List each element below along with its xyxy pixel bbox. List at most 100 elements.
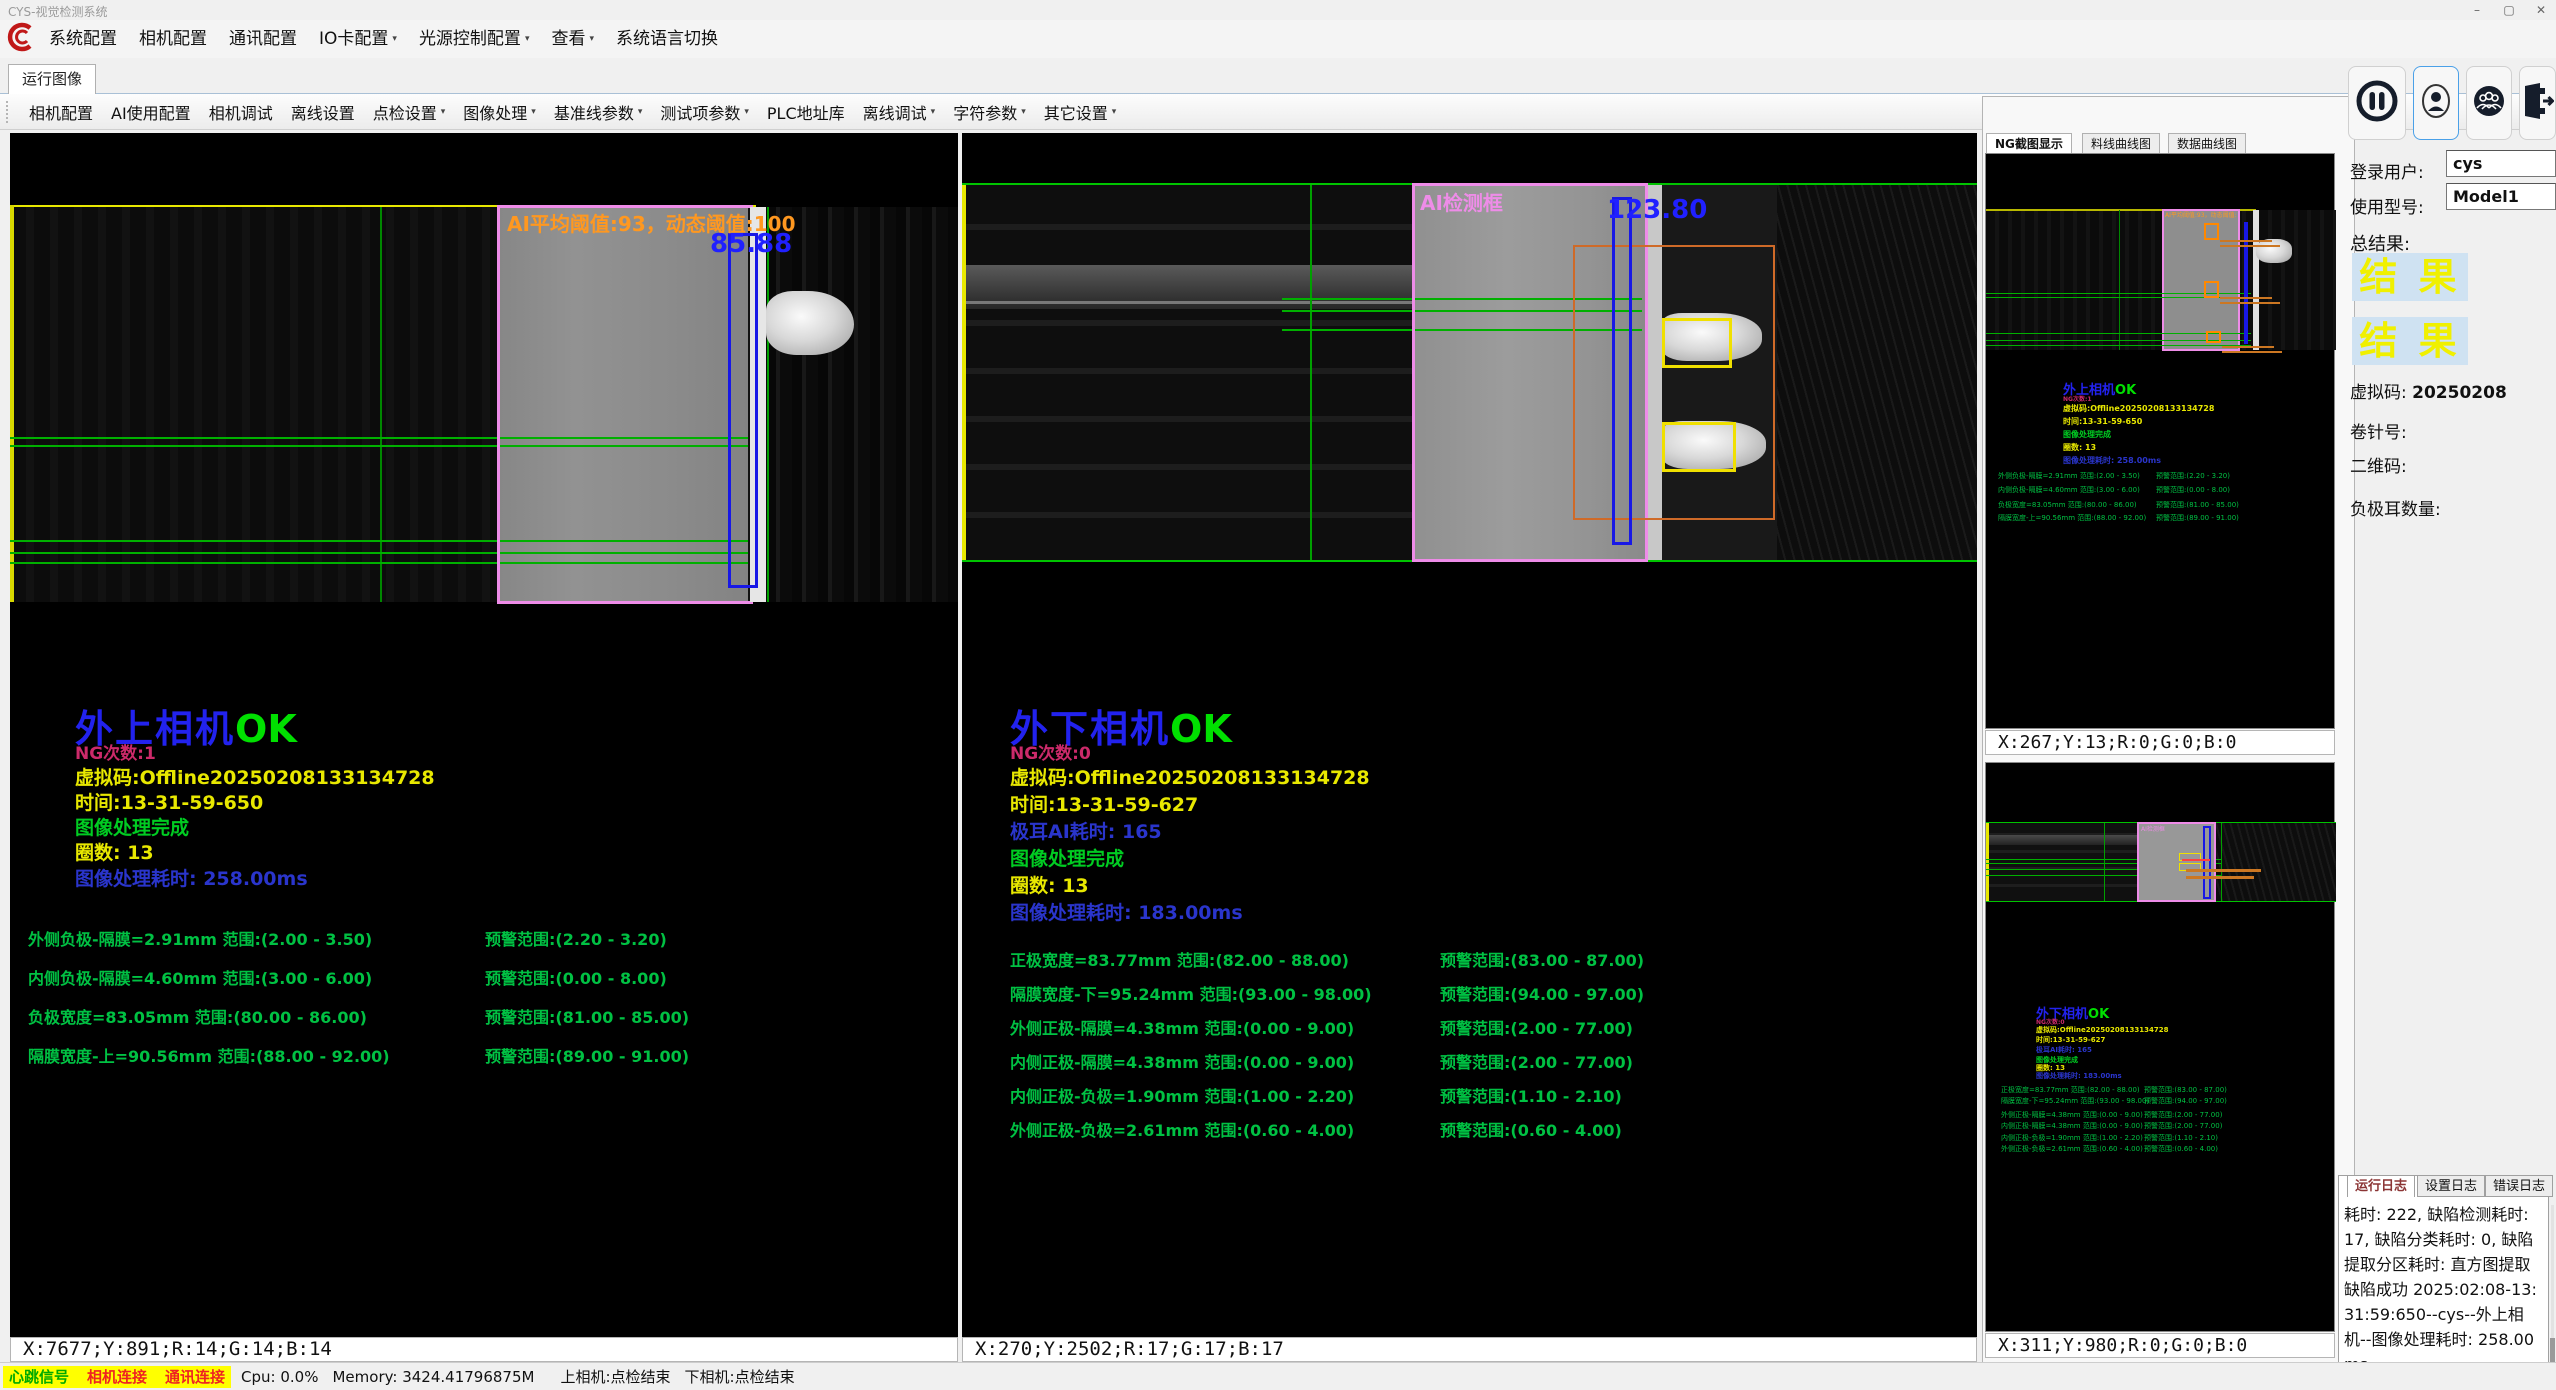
chevron-down-icon: ▾ <box>1021 107 1026 117</box>
upper-camera-view[interactable]: AI平均阈值:93，动态阈值:100 85.88 外上相机OK NG次数:1 虚… <box>10 133 958 1337</box>
lower-camera-coordinate-bar: X:270;Y:2502;R:17;G:17;B:17 <box>962 1337 1977 1362</box>
upper-camera-status: 上相机:点检结束 <box>560 1366 670 1387</box>
tab-run-log[interactable]: 运行日志 <box>2347 1175 2415 1197</box>
ng-thumb2-coordinate-bar: X:311;Y:980;R:0;G:0;B:0 <box>1985 1333 2335 1358</box>
defect-box-orange <box>2204 223 2219 240</box>
lower-camera-status: 下相机:点检结束 <box>685 1366 795 1387</box>
loop-count: 圈数: 13 <box>1010 871 1089 898</box>
tool-baseline-params[interactable]: 基准线参数▾ <box>545 100 652 124</box>
app-logo-icon <box>4 22 34 56</box>
users-icon <box>2471 77 2507 129</box>
ai-detect-box-pink <box>497 205 753 604</box>
measure-box-blue <box>1612 197 1632 545</box>
tool-camera-debug[interactable]: 相机调试 <box>200 100 282 124</box>
tool-char-params[interactable]: 字符参数▾ <box>944 100 1035 124</box>
tool-offline-debug[interactable]: 离线调试▾ <box>854 100 945 124</box>
signal-chip: 心跳信号 相机连接 通讯连接 <box>3 1366 231 1388</box>
ng-count: NG次数:1 <box>75 739 156 764</box>
loop-count: 圈数: 13 <box>75 838 154 865</box>
user-icon <box>2419 77 2453 129</box>
chevron-down-icon: ▾ <box>441 107 446 117</box>
menu-item-view[interactable]: 查看▾ <box>540 20 605 58</box>
tab-error-log[interactable]: 错误日志 <box>2485 1175 2553 1197</box>
reference-line-green-vertical <box>380 207 382 602</box>
lower-camera-view[interactable]: AI检测框 123.80 外下相机OK NG次数:0 虚拟码:Offline20… <box>962 133 1977 1337</box>
ng-count: NG次数:0 <box>1010 739 1091 764</box>
measure-box-blue <box>728 233 758 588</box>
user-button[interactable] <box>2413 66 2459 140</box>
reference-line-yellow <box>962 185 966 560</box>
toolbar-grip[interactable] <box>6 101 10 123</box>
menu-item-light-config[interactable]: 光源控制配置▾ <box>408 20 541 58</box>
tool-test-params[interactable]: 测试项参数▾ <box>651 100 758 124</box>
menu-item-language-switch[interactable]: 系统语言切换 <box>605 20 729 58</box>
menu-item-comm-config[interactable]: 通讯配置 <box>218 20 308 58</box>
qr-code-label: 二维码: <box>2350 452 2407 477</box>
defect-box-orange <box>2206 331 2221 343</box>
view-tab-row: 运行图像 <box>0 58 2556 94</box>
comm-connection: 通讯连接 <box>165 1366 225 1387</box>
ai-time: 极耳AI耗时: 165 <box>1010 817 1162 844</box>
login-user-field[interactable] <box>2446 150 2556 177</box>
detect-box-orange <box>1573 245 1775 520</box>
tool-offline-setting[interactable]: 离线设置 <box>282 100 364 124</box>
tool-image-process[interactable]: 图像处理▾ <box>454 100 545 124</box>
tab-box-yellow <box>1662 318 1732 368</box>
chevron-down-icon: ▾ <box>531 107 536 117</box>
minimize-button[interactable]: – <box>2462 0 2492 20</box>
memory-usage: Memory: 3424.41796875M <box>332 1368 534 1386</box>
tab-ng-screenshot[interactable]: NG截图显示 <box>1986 133 2072 154</box>
login-user-label: 登录用户: <box>2350 158 2424 183</box>
exit-button[interactable] <box>2519 66 2556 140</box>
tool-other-settings[interactable]: 其它设置▾ <box>1035 100 1126 124</box>
ng-thumbnail-upper[interactable]: AI平均阈值:93，动态阈值:100 外上相机OK NG次数:1 虚拟码:Off… <box>1985 153 2335 729</box>
virtual-code: 虚拟码:Offline20250208133134728 <box>75 763 435 790</box>
tab-box-yellow <box>1662 422 1736 472</box>
time-stamp: 时间:13-31-59-627 <box>1010 790 1198 817</box>
status-bar: 心跳信号 相机连接 通讯连接 Cpu: 0.0% Memory: 3424.41… <box>0 1362 2556 1390</box>
users-button[interactable] <box>2466 66 2512 140</box>
time-stamp: 时间:13-31-59-650 <box>75 788 263 815</box>
tab-material-curve[interactable]: 料线曲线图 <box>2082 133 2160 154</box>
width-value-overlay: 123.80 <box>1607 195 1707 225</box>
process-time: 图像处理耗时: 258.00ms <box>75 864 308 891</box>
cpu-usage: Cpu: 0.0% <box>241 1368 318 1386</box>
tool-camera-config[interactable]: 相机配置 <box>20 100 102 124</box>
tab-run-image[interactable]: 运行图像 <box>8 64 96 94</box>
menu-item-io-card-config[interactable]: IO卡配置▾ <box>308 20 408 58</box>
virtual-code: 虚拟码:Offline20250208133134728 <box>1010 763 1370 790</box>
tab-data-curve[interactable]: 数据曲线图 <box>2168 133 2246 154</box>
width-value-overlay: 85.88 <box>710 229 792 259</box>
tool-ai-use-config[interactable]: AI使用配置 <box>102 100 200 124</box>
tool-spot-check[interactable]: 点检设置▾ <box>364 100 455 124</box>
chevron-down-icon: ▾ <box>589 20 594 58</box>
chevron-down-icon: ▾ <box>638 107 643 117</box>
chevron-down-icon: ▾ <box>1112 107 1117 117</box>
menu-item-system-config[interactable]: 系统配置 <box>38 20 128 58</box>
window-title: CYS-视觉检测系统 <box>8 3 107 20</box>
heartbeat-signal: 心跳信号 <box>9 1366 69 1387</box>
process-done: 图像处理完成 <box>75 813 189 840</box>
camera-connection: 相机连接 <box>87 1366 147 1387</box>
ng-thumbnail-lower[interactable]: AI检测框 外下相机OK NG次数:0 虚拟码:Offline202502081… <box>1985 762 2335 1332</box>
tool-plc-address[interactable]: PLC地址库 <box>758 100 854 124</box>
exit-icon <box>2522 77 2554 129</box>
maximize-button[interactable]: ▢ <box>2494 0 2524 20</box>
result-indicator-1: 结 果 <box>2352 253 2468 301</box>
tab-settings-log[interactable]: 设置日志 <box>2417 1175 2485 1197</box>
log-text: 耗时: 222, 缺陷检测耗时: 17, 缺陷分类耗时: 0, 缺陷提取分区耗时… <box>2344 1202 2540 1377</box>
chevron-down-icon: ▾ <box>525 20 530 58</box>
menu-bar: 系统配置 相机配置 通讯配置 IO卡配置▾ 光源控制配置▾ 查看▾ 系统语言切换 <box>0 20 2556 58</box>
pause-icon <box>2355 77 2399 129</box>
chevron-down-icon: ▾ <box>931 107 936 117</box>
menu-item-camera-config[interactable]: 相机配置 <box>128 20 218 58</box>
reel-number-label: 卷针号: <box>2350 418 2407 443</box>
model-field[interactable] <box>2446 183 2556 210</box>
chevron-down-icon: ▾ <box>744 107 749 117</box>
pause-button[interactable] <box>2348 66 2406 140</box>
defect-box-orange <box>2204 281 2219 298</box>
close-button[interactable]: ✕ <box>2526 0 2556 20</box>
virtual-code-row: 虚拟码: 20250208 <box>2350 378 2507 403</box>
log-panel: 运行日志 设置日志 错误日志 耗时: 222, 缺陷检测耗时: 17, 缺陷分类… <box>2338 1175 2549 1390</box>
ng-thumb1-coordinate-bar: X:267;Y:13;R:0;G:0;B:0 <box>1985 730 2335 755</box>
